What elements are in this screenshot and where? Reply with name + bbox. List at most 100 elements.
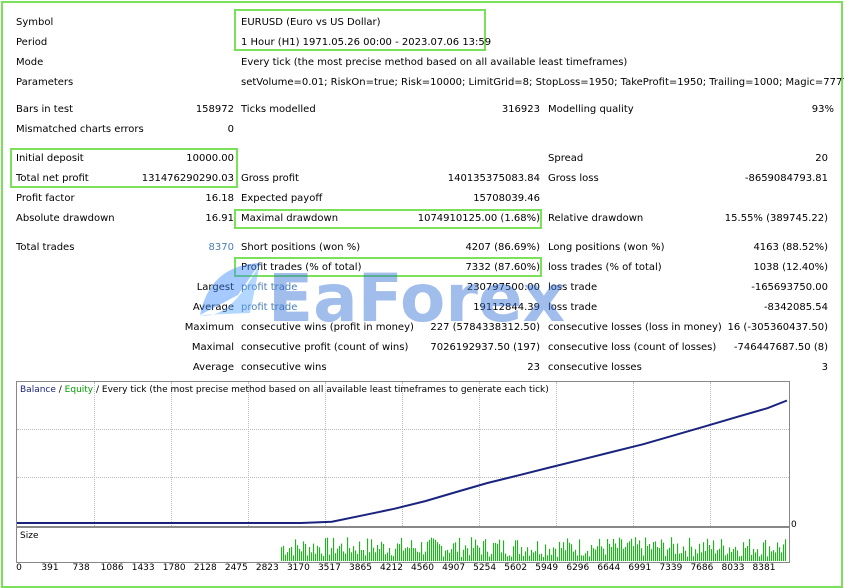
size-bar [499, 539, 501, 561]
x-tick-label: 4560 [411, 563, 434, 573]
x-tick-label: 3865 [349, 563, 372, 573]
x-tick-label: 3517 [317, 563, 341, 573]
period-label: Period [16, 37, 48, 48]
size-bar [475, 539, 477, 561]
size-bar [485, 539, 487, 561]
size-bar [303, 541, 305, 561]
x-tick-label: 6991 [628, 563, 652, 573]
largest-label: Largest [196, 282, 234, 293]
size-bar [581, 555, 583, 561]
size-bar [415, 548, 417, 561]
deposit-label: Initial deposit [16, 153, 84, 164]
size-bar [671, 537, 673, 561]
size-bar [589, 556, 591, 561]
size-bar [349, 548, 351, 561]
spread-label: Spread [548, 153, 584, 164]
size-bar [577, 555, 579, 561]
size-bar [511, 556, 513, 561]
size-bar [735, 546, 737, 561]
maximal-label: Maximal [191, 342, 234, 353]
size-bar [633, 546, 635, 561]
size-bar [749, 539, 751, 561]
series-line-balance [17, 399, 788, 524]
size-bar [707, 538, 709, 561]
size-bar [645, 537, 647, 561]
size-bar [301, 551, 303, 561]
size-bar [651, 549, 653, 561]
max-consec-loss-label: consecutive loss (count of losses) [548, 342, 717, 353]
size-bar [445, 550, 447, 561]
size-bar [321, 553, 323, 561]
x-tick-label: 2823 [255, 563, 279, 573]
size-bar [569, 542, 571, 561]
size-bar [459, 537, 461, 561]
size-bar [567, 538, 569, 561]
grossprofit-value: 140135375083.84 [447, 173, 540, 184]
size-bar [573, 551, 575, 561]
size-bar [625, 547, 627, 561]
size-bar [395, 548, 397, 561]
size-bar [281, 547, 283, 561]
size-chart: Size [16, 527, 790, 563]
size-bar [387, 552, 389, 561]
size-bar [439, 544, 441, 561]
size-bar [737, 550, 739, 561]
size-bar [693, 556, 695, 561]
size-bar [603, 548, 605, 561]
size-bar [543, 557, 545, 561]
size-bar [289, 548, 291, 561]
size-bar [481, 554, 483, 561]
size-bar [355, 550, 357, 561]
size-bar [653, 542, 655, 561]
size-bar [549, 548, 551, 561]
payoff-value: 15708039.46 [473, 193, 540, 204]
size-bar [435, 539, 437, 561]
size-bar [317, 545, 319, 561]
profit-trades-value: 7332 (87.60%) [465, 262, 540, 273]
size-bar [447, 549, 449, 561]
largest-loss-value: -165693750.00 [751, 282, 828, 293]
size-bar [619, 537, 621, 561]
size-bar [595, 549, 597, 561]
x-tick-label: 4212 [380, 563, 403, 573]
profit-factor-label: Profit factor [16, 193, 75, 204]
size-bar [457, 551, 459, 561]
size-bar [727, 553, 729, 561]
size-bar [551, 554, 553, 561]
size-bar [555, 548, 557, 561]
size-bar [785, 539, 787, 561]
size-bar [341, 543, 343, 561]
size-bar [305, 543, 307, 561]
size-bar [293, 555, 295, 561]
mode-label: Mode [16, 57, 44, 68]
x-tick-label: 3170 [286, 563, 310, 573]
loss-trades-label: loss trades (% of total) [548, 262, 662, 273]
size-bar [759, 556, 761, 561]
size-bar [753, 548, 755, 561]
size-bar [545, 544, 547, 561]
size-bar [527, 547, 529, 561]
x-tick-label: 7686 [690, 563, 714, 573]
size-bar [677, 543, 679, 561]
size-bar [689, 537, 691, 561]
x-tick-label: 7339 [659, 563, 683, 573]
size-bar [375, 552, 377, 561]
grossloss-label: Gross loss [548, 173, 599, 184]
size-bar [657, 547, 659, 561]
size-bar [493, 542, 495, 561]
avg-consec-wins-label: consecutive wins [241, 362, 327, 373]
size-bar [409, 548, 411, 561]
size-bar [313, 543, 315, 561]
size-bar [469, 555, 471, 561]
size-bar [505, 553, 507, 561]
size-bar [585, 553, 587, 561]
size-bar [719, 548, 721, 561]
grossloss-value: -8659084793.81 [744, 173, 828, 184]
size-bar [437, 542, 439, 561]
size-bar [407, 547, 409, 561]
size-bar [503, 540, 505, 561]
size-bar [615, 543, 617, 561]
balance-chart: Balance / Equity / Every tick (the most … [16, 381, 790, 527]
size-bar [427, 541, 429, 561]
size-bar [673, 543, 675, 561]
